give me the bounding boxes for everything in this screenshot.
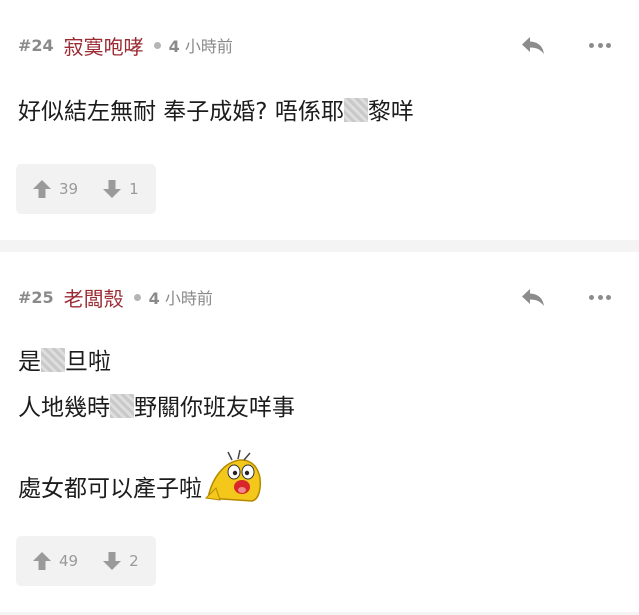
username-link[interactable]: 寂寞咆哮 [64, 31, 144, 60]
arrow-up-icon [33, 552, 51, 570]
separator-dot [153, 41, 161, 49]
censored-word [41, 348, 65, 372]
vote-box: 49 2 [16, 536, 156, 586]
laughing-chick-emoji [204, 449, 262, 502]
reply-actions [519, 286, 611, 308]
timestamp-number: 4 [148, 289, 160, 308]
content-text: 人地幾時 [18, 395, 110, 421]
reply-arrow-icon[interactable] [519, 34, 547, 56]
downvote-count: 1 [129, 180, 139, 198]
arrow-down-icon [103, 180, 122, 198]
downvote-button[interactable]: 2 [102, 551, 139, 571]
reply-arrow-icon[interactable] [519, 286, 547, 308]
floor-number: #25 [18, 287, 54, 307]
content-text: 旦啦 [65, 349, 111, 375]
content-text: 是 [18, 349, 41, 375]
timestamp-number: 4 [168, 37, 180, 56]
timestamp: 4 小時前 [149, 285, 213, 309]
more-dots-icon[interactable] [589, 286, 611, 308]
downvote-button[interactable]: 1 [102, 179, 139, 199]
censored-word [110, 394, 134, 418]
reply-card: #24 寂寞咆哮 4 小時前 好似結左無耐 奉子成婚? 唔係耶 黎咩 39 1 [0, 0, 639, 240]
upvote-count: 39 [59, 180, 79, 198]
censored-word [343, 98, 368, 122]
reply-header: #24 寂寞咆哮 4 小時前 [18, 31, 233, 60]
reply-card: #25 老闆殼 4小時前 是旦啦 人地幾時野關你班友咩事 處女都可以產子啦 [0, 252, 639, 612]
content-text: 黎咩 [367, 99, 414, 125]
content-line: 人地幾時 野關你班友咩事 [18, 392, 619, 424]
downvote-count: 2 [129, 552, 139, 570]
reply-content: 好似結左無耐 奉子成婚? 唔係耶 黎咩 [18, 96, 619, 128]
vote-box: 39 1 [16, 164, 156, 214]
upvote-button[interactable]: 39 [32, 179, 78, 199]
content-text: 好似結左無耐 奉子成婚? 唔係耶 [18, 99, 344, 125]
content-text: 野關你班友咩事 [134, 395, 295, 421]
reply-content: 是旦啦 人地幾時 野關你班友咩事 處女都可以產子啦 [18, 346, 619, 505]
upvote-count: 49 [59, 552, 79, 570]
floor-number: #24 [18, 35, 54, 55]
upvote-button[interactable]: 49 [32, 551, 78, 571]
reply-header: #25 老闆殼 4 小時前 [18, 283, 213, 312]
timestamp-unit: 小時前 [164, 289, 213, 308]
content-line: 處女都可以產子啦 [18, 448, 619, 505]
separator-dot [133, 293, 141, 301]
arrow-down-icon [103, 552, 122, 570]
content-text: 處女都可以產子啦 [18, 476, 202, 502]
arrow-up-icon [33, 180, 51, 198]
username-link[interactable]: 老闆殼 [64, 283, 124, 312]
more-dots-icon[interactable] [589, 34, 611, 56]
content-line: 是旦啦 [18, 346, 619, 378]
timestamp: 4 小時前 [169, 33, 233, 57]
reply-actions [519, 34, 611, 56]
timestamp-unit: 小時前 [184, 37, 233, 56]
content-line: 好似結左無耐 奉子成婚? 唔係耶 黎咩 [18, 96, 619, 128]
